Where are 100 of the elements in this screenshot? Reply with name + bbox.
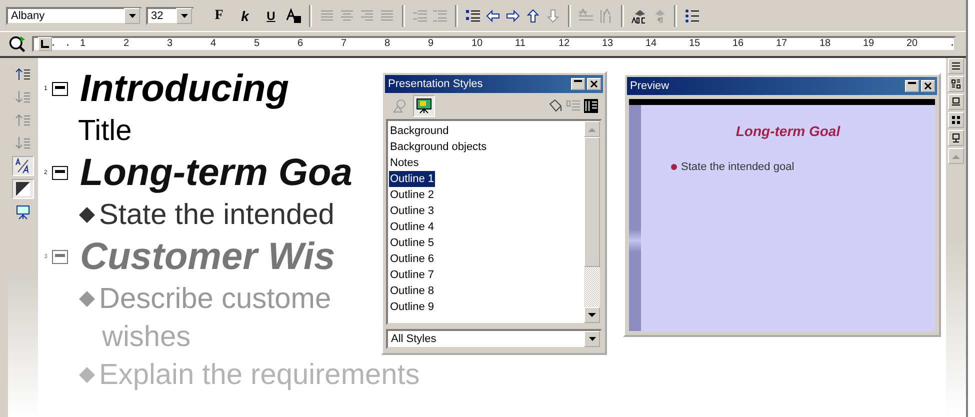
- style-item[interactable]: Outline 4: [389, 219, 436, 235]
- ruler-number: 4: [208, 38, 218, 49]
- style-item[interactable]: Outline 3: [389, 203, 436, 219]
- down-arrow-icon: [588, 312, 596, 318]
- bold-button[interactable]: F: [208, 4, 230, 26]
- style-item[interactable]: Notes: [389, 155, 420, 171]
- move-up-icon: [15, 112, 31, 128]
- style-item[interactable]: Outline 6: [389, 251, 436, 267]
- outline-text: Title: [78, 114, 132, 149]
- ruler-number: 14: [644, 38, 659, 49]
- ruler-number: 3: [165, 38, 175, 49]
- slide-title: Introducing: [80, 67, 289, 112]
- style-item[interactable]: Outline 2: [389, 187, 436, 203]
- promote-icon: [15, 66, 31, 82]
- shapes-icon: [392, 98, 408, 114]
- fill-format-icon[interactable]: [547, 98, 563, 114]
- slide-title: Long-term Goa: [80, 151, 352, 196]
- ruler-number: 2: [122, 38, 132, 49]
- bullet-text: Explain the requirements: [99, 358, 420, 393]
- ruler-number: 12: [556, 38, 572, 49]
- slide-title: Customer Wis: [80, 235, 336, 280]
- diamond-bullet-icon: [78, 366, 96, 384]
- preview-bullet-text: State the intended goal: [681, 161, 794, 173]
- demote-icon: [15, 89, 31, 105]
- bullet-text: State the intended: [99, 198, 334, 233]
- ruler-number: 7: [339, 38, 349, 49]
- ruler-number: 17: [774, 38, 790, 49]
- update-style-icon[interactable]: [583, 98, 599, 114]
- close-icon: [924, 82, 932, 90]
- dropdown-arrow-icon: [588, 335, 596, 343]
- bullet-text: Describe custome: [99, 282, 332, 317]
- bullets-icon[interactable]: [465, 8, 481, 24]
- sorter-view-button[interactable]: [948, 112, 964, 128]
- style-item[interactable]: Outline 7: [389, 267, 436, 283]
- up-arrow-icon[interactable]: [525, 8, 541, 24]
- up-arrow-icon: [588, 126, 596, 132]
- handout-view-icon: [951, 133, 961, 143]
- bullet-icon: [671, 164, 677, 170]
- notes-view-button[interactable]: [948, 94, 964, 110]
- style-item[interactable]: Outline 5: [389, 235, 436, 251]
- move-down-icon: [15, 135, 31, 151]
- font-name-field[interactable]: Albany: [6, 6, 142, 24]
- style-item[interactable]: Background objects: [389, 139, 488, 155]
- presentation-styles-button[interactable]: [413, 95, 435, 117]
- slide-icon[interactable]: [52, 82, 68, 96]
- zoom-icon[interactable]: [8, 35, 26, 53]
- ruler-number: 18: [818, 38, 833, 49]
- slide-icon[interactable]: [52, 166, 68, 180]
- tab-stop-icon[interactable]: [38, 37, 52, 51]
- contrast-icon: [15, 181, 31, 197]
- dropdown-arrow-icon: [128, 12, 136, 20]
- ruler-number: 16: [730, 38, 746, 49]
- up-arrow-icon: [952, 154, 960, 158]
- window-title: Preview: [630, 80, 670, 92]
- ruler-number: 6: [296, 38, 306, 49]
- diamond-bullet-icon: [78, 206, 96, 224]
- ruler-number: 19: [861, 38, 876, 49]
- slide-view-icon: [951, 79, 961, 89]
- outline-view-icon: [951, 61, 961, 71]
- underline-button[interactable]: U: [260, 4, 282, 26]
- diamond-bullet-icon: [78, 290, 96, 308]
- format-icon: [15, 158, 31, 174]
- ruler-number: 9: [426, 38, 436, 49]
- dropdown-arrow-icon: [180, 12, 188, 20]
- style-item[interactable]: Outline 9: [389, 299, 436, 315]
- minimize-button[interactable]: [905, 80, 919, 92]
- minimize-button[interactable]: [571, 78, 585, 90]
- ruler-number: 5: [252, 38, 262, 49]
- ruler-number: 13: [600, 38, 616, 49]
- easel-icon: [416, 98, 432, 114]
- style-filter-dropdown[interactable]: All Styles: [386, 329, 602, 349]
- contrast-button[interactable]: [12, 179, 34, 199]
- ruler-number: 1: [78, 38, 88, 49]
- slide-view-button[interactable]: [948, 76, 964, 92]
- bullet-text: wishes: [102, 320, 191, 355]
- font-size-field[interactable]: 32: [146, 6, 194, 24]
- notes-view-icon: [951, 97, 961, 107]
- sorter-view-icon: [951, 115, 961, 125]
- ruler-number: 15: [687, 38, 702, 49]
- italic-button[interactable]: k: [234, 4, 256, 26]
- outline-view-button[interactable]: [948, 58, 964, 74]
- ruler-number: 8: [382, 38, 392, 49]
- ruler-number: 20: [904, 38, 920, 49]
- window-title: Presentation Styles: [388, 78, 484, 90]
- left-arrow-icon[interactable]: [485, 8, 501, 24]
- list-icon[interactable]: [684, 8, 700, 24]
- right-arrow-icon[interactable]: [505, 8, 521, 24]
- preview-slide-title: Long-term Goal: [734, 123, 842, 139]
- format-button[interactable]: [12, 156, 34, 176]
- ruler-number: 11: [513, 38, 528, 49]
- style-item[interactable]: Outline 8: [389, 283, 436, 299]
- ruler-number: 10: [470, 38, 485, 49]
- style-item[interactable]: Background: [389, 123, 450, 139]
- close-button[interactable]: [921, 80, 935, 92]
- close-button[interactable]: [587, 78, 601, 90]
- scrollbar[interactable]: [584, 121, 600, 323]
- handout-view-button[interactable]: [948, 130, 964, 146]
- spelling-icon[interactable]: [631, 8, 647, 24]
- style-item[interactable]: Outline 1: [389, 171, 436, 187]
- font-color-icon[interactable]: [286, 8, 302, 24]
